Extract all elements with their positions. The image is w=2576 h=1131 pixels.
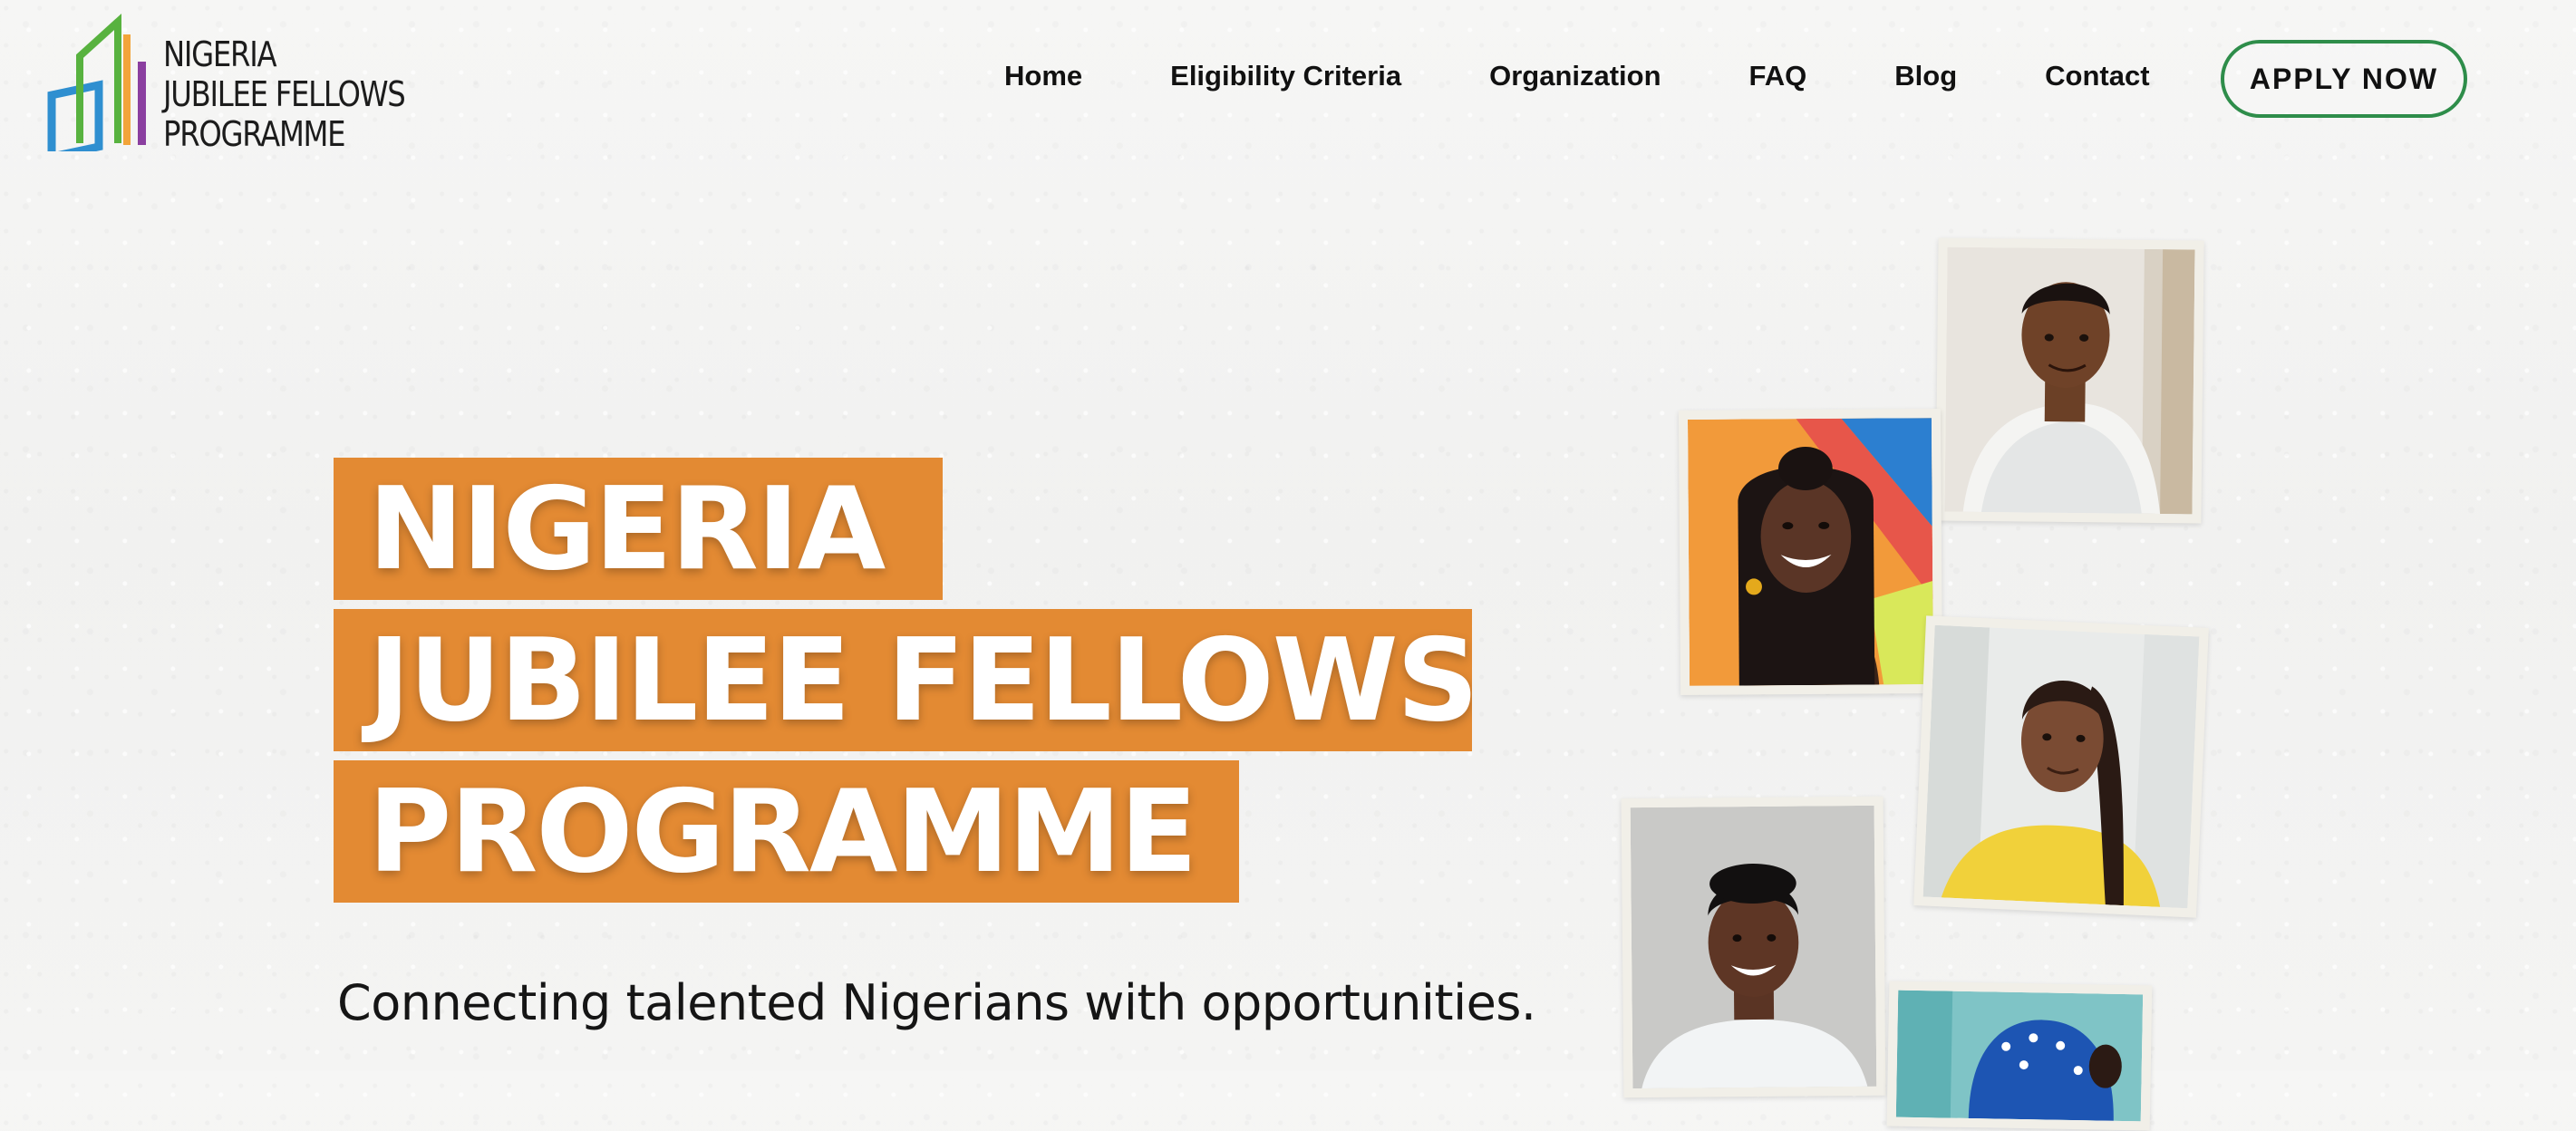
nav-organization[interactable]: Organization <box>1489 56 1661 96</box>
logo-line-jubilee: JUBILEE FELLOWS <box>163 74 406 114</box>
apply-now-button[interactable]: APPLY NOW <box>2221 40 2467 118</box>
main-nav: Home Eligibility Criteria Organization F… <box>1004 56 2150 96</box>
photo-smiling-woman-braids <box>1678 408 1943 696</box>
nav-faq[interactable]: FAQ <box>1749 56 1807 96</box>
nav-eligibility-criteria[interactable]: Eligibility Criteria <box>1170 56 1401 96</box>
portrait-image <box>1944 246 2195 515</box>
photo-person-blue-headwrap <box>1886 981 2153 1131</box>
hero-tagline: Connecting talented Nigerians with oppor… <box>337 974 1536 1031</box>
hero-title-line-1: NIGERIA <box>334 458 943 600</box>
logo-text: NIGERIA JUBILEE FELLOWS PROGRAMME <box>163 34 406 154</box>
portrait-image <box>1922 624 2200 909</box>
nav-blog[interactable]: Blog <box>1894 56 1957 96</box>
photo-smiling-young-man <box>1621 796 1886 1098</box>
logo-line-nigeria: NIGERIA <box>163 34 277 74</box>
hero-title-line-3: PROGRAMME <box>334 760 1239 903</box>
nav-home[interactable]: Home <box>1004 56 1082 96</box>
portrait-image <box>1630 805 1877 1089</box>
hero-title-line-2: JUBILEE FELLOWS <box>334 609 1472 751</box>
logo-bars-icon <box>47 13 146 151</box>
portrait-image <box>1895 990 2144 1122</box>
portrait-image <box>1687 418 1934 686</box>
photo-young-man-white-shirt <box>1935 237 2204 524</box>
photo-young-woman-yellow-top <box>1913 615 2209 918</box>
logo-line-programme: PROGRAMME <box>163 114 346 154</box>
site-logo[interactable]: NIGERIA JUBILEE FELLOWS PROGRAMME <box>47 11 419 156</box>
nav-contact[interactable]: Contact <box>2045 56 2149 96</box>
